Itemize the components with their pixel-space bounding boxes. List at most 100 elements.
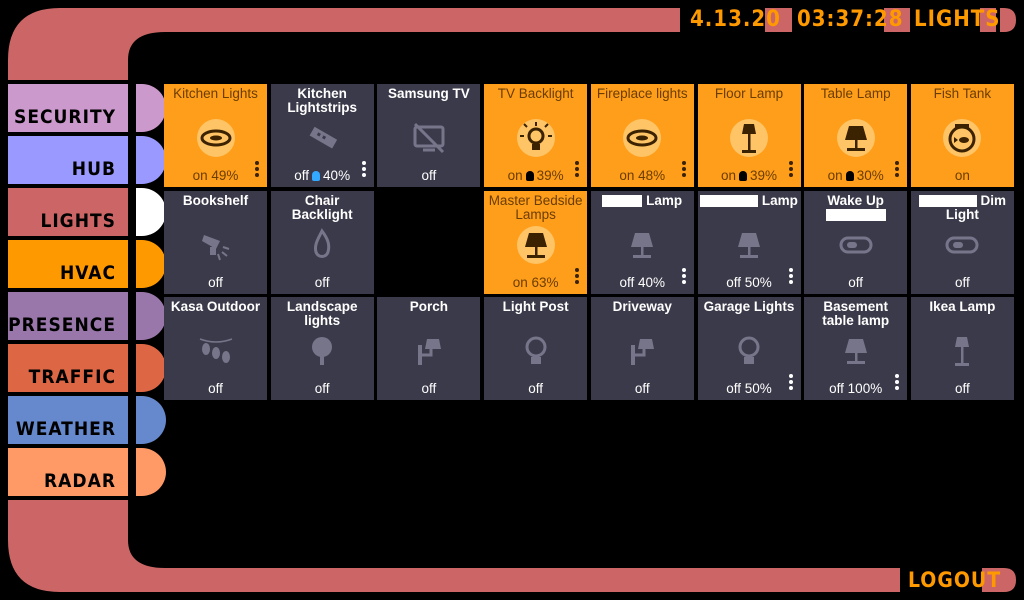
- nav-label: SECURITY: [14, 106, 116, 128]
- tile-kitchen-lightstrips[interactable]: Kitchen Lightstrips off 40%: [270, 84, 374, 187]
- tile-name: Light Post: [502, 299, 569, 315]
- tile-lamp[interactable]: Lamp off 40%: [590, 190, 694, 294]
- nav-security[interactable]: SECURITY: [8, 84, 166, 132]
- tile-status: off: [911, 275, 1014, 290]
- tile-status: off: [484, 381, 587, 396]
- table-lamp-icon: [622, 225, 662, 265]
- tile-name: Kitchen Lights: [173, 86, 258, 101]
- more-options-icon[interactable]: [788, 267, 793, 286]
- tile-state: off: [421, 381, 437, 397]
- tile-status: off 50%: [698, 381, 801, 396]
- tile-title: Wake Up: [806, 193, 905, 222]
- tile-floor-lamp[interactable]: Floor Lamp on 39%: [697, 84, 801, 187]
- tile-fireplace-lights[interactable]: Fireplace lights on 48%: [590, 84, 694, 187]
- tile-porch[interactable]: Porch off: [377, 297, 481, 401]
- tile-driveway[interactable]: Driveway off: [590, 297, 694, 401]
- tile-title: Driveway: [593, 300, 692, 314]
- tile-name: Table Lamp: [820, 86, 891, 101]
- tile-status: on 49%: [164, 168, 267, 183]
- tv-off-icon: [409, 118, 449, 158]
- tile-title: TV Backlight: [486, 87, 585, 101]
- tree-icon: [302, 331, 342, 371]
- nav-hvac[interactable]: HVAC: [8, 240, 166, 288]
- tile-garage-lights[interactable]: Garage Lights off 50%: [697, 297, 801, 401]
- more-options-icon[interactable]: [361, 161, 366, 179]
- tile-status: off: [591, 381, 694, 396]
- header-time: 03:37:28: [797, 7, 904, 32]
- tile-status: off: [804, 275, 907, 290]
- tile-title: Bookshelf: [166, 192, 265, 208]
- frame-top-cap: [1000, 8, 1016, 32]
- tile-name: Landscape lights: [286, 299, 358, 329]
- tile-name: Driveway: [612, 299, 672, 315]
- tile-status: off: [164, 275, 267, 290]
- tile-level: 30%: [856, 168, 884, 183]
- more-options-icon[interactable]: [788, 374, 793, 392]
- table-lamp-icon: [836, 118, 876, 158]
- tile-table-lamp[interactable]: Table Lamp on 30%: [804, 84, 908, 187]
- tile-status: off: [271, 275, 374, 290]
- bulb-on-icon: [516, 118, 556, 158]
- tile-wake-up[interactable]: Wake Up off: [804, 190, 908, 294]
- nav-weather[interactable]: WEATHER: [8, 396, 166, 444]
- tile-state: off: [955, 381, 970, 397]
- nav-hub[interactable]: HUB: [8, 136, 166, 184]
- tile-lamp[interactable]: Lamp off 50%: [697, 190, 801, 294]
- tile-kitchen-lights[interactable]: Kitchen Lights on 49%: [164, 84, 267, 187]
- tile-kasa-outdoor[interactable]: Kasa Outdoor off: [164, 297, 267, 401]
- tile-samsung-tv[interactable]: Samsung TV off: [377, 84, 481, 187]
- wall-lamp-icon: [622, 331, 662, 371]
- tile-state: on 63%: [512, 274, 559, 290]
- bulb-icon: [525, 171, 534, 182]
- tile-state: off: [421, 168, 437, 183]
- tile-tv-backlight[interactable]: TV Backlight on 39%: [484, 84, 588, 187]
- tile-name: Kitchen Lightstrips: [287, 86, 358, 115]
- tile-status: off 40%: [591, 275, 694, 290]
- tile-master-bedside-lamps[interactable]: Master Bedside Lamps on 63%: [484, 190, 588, 294]
- more-options-icon[interactable]: [895, 374, 900, 392]
- nav-traffic[interactable]: TRAFFIC: [8, 344, 166, 392]
- more-options-icon[interactable]: [575, 161, 580, 179]
- more-options-icon[interactable]: [895, 161, 900, 179]
- tile-state: off: [955, 274, 970, 290]
- tile-name: Samsung TV: [388, 86, 470, 101]
- nav-lights[interactable]: LIGHTS: [8, 188, 166, 236]
- tile-basement-table-lamp[interactable]: Basement table lamp off 100%: [804, 297, 908, 401]
- tile-state: off 50%: [726, 381, 772, 397]
- more-options-icon[interactable]: [681, 267, 686, 286]
- tile-title: Porch: [379, 300, 478, 314]
- tile-name: Bookshelf: [182, 192, 249, 208]
- nav-radar[interactable]: RADAR: [8, 448, 166, 496]
- bulb-outline-icon: [729, 331, 769, 371]
- ceiling-light-icon: [622, 118, 662, 158]
- tile-name: Garage Lights: [703, 299, 795, 315]
- nav-label: HUB: [71, 158, 116, 180]
- tile-light-post[interactable]: Light Post off: [484, 297, 588, 401]
- nav-presence[interactable]: PRESENCE: [8, 292, 166, 340]
- tile-chair-backlight[interactable]: Chair Backlight off: [270, 190, 374, 294]
- tile-title: Lamp: [593, 193, 692, 208]
- tile-status: off: [377, 168, 480, 183]
- tile-ikea-lamp[interactable]: Ikea Lamp off: [910, 297, 1014, 401]
- more-options-icon[interactable]: [255, 161, 259, 179]
- more-options-icon[interactable]: [788, 161, 793, 179]
- tile-state: off: [848, 274, 864, 290]
- tile-state: off: [294, 168, 310, 183]
- tile-fish-tank[interactable]: Fish Tank on: [910, 84, 1014, 187]
- toggle-icon: [942, 225, 982, 265]
- tile-title: Floor Lamp: [700, 87, 799, 101]
- more-options-icon[interactable]: [575, 267, 580, 286]
- tile-name: Basement table lamp: [822, 299, 890, 329]
- tile-title: Dim Light: [913, 193, 1012, 222]
- more-options-icon[interactable]: [681, 161, 686, 179]
- tile-status: off 100%: [804, 381, 907, 396]
- logout-button[interactable]: LOGOUT: [908, 568, 1001, 592]
- tile-state: off: [208, 381, 223, 397]
- tile-dim-light[interactable]: Dim Light off: [910, 190, 1014, 294]
- tile-bookshelf[interactable]: Bookshelf off: [164, 190, 267, 294]
- tile-title: Kitchen Lights: [166, 87, 265, 101]
- frame-top-elbow: [8, 8, 680, 80]
- tile-status: on 39%: [698, 168, 801, 183]
- tile-landscape-lights[interactable]: Landscape lights off: [270, 297, 374, 401]
- tile-state: on: [827, 168, 843, 183]
